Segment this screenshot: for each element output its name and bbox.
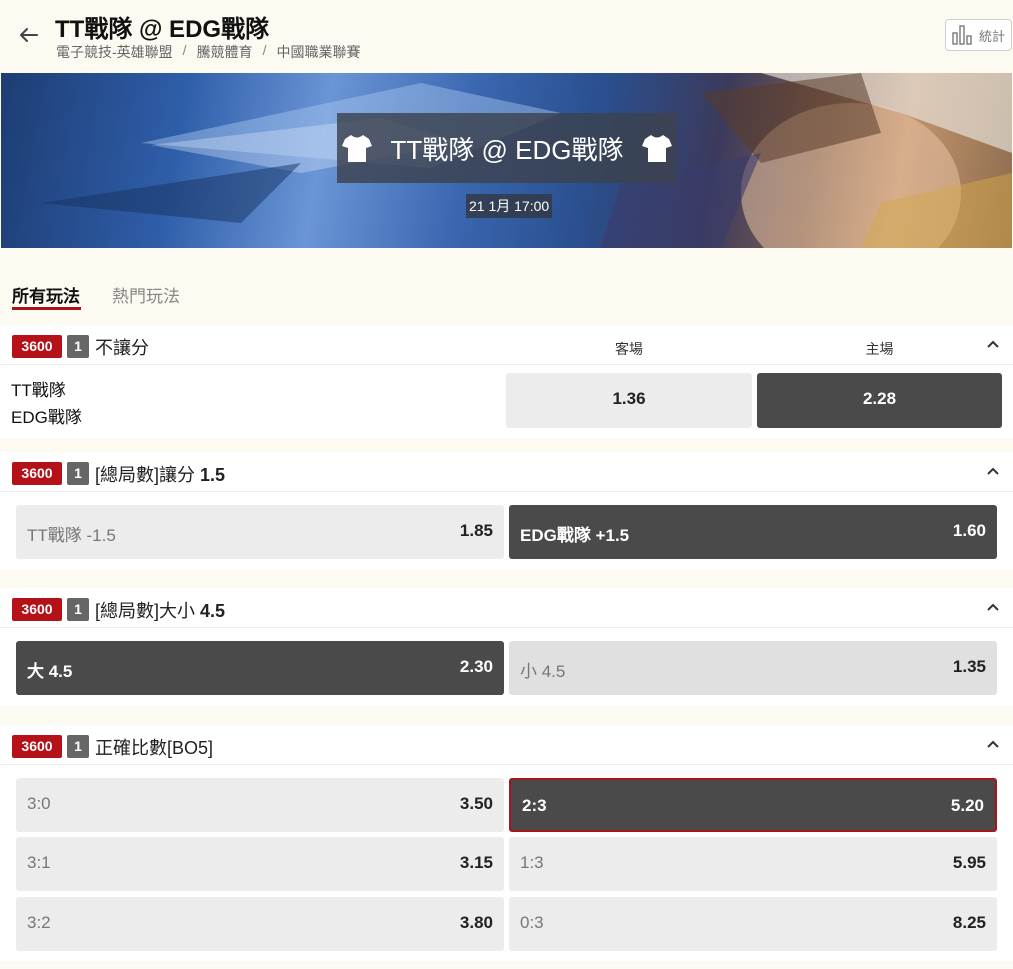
tab-popular-markets[interactable]: 熱門玩法 [112,282,180,307]
team-away-name: TT戰隊 [11,381,66,400]
odds-value: 2.28 [862,389,897,408]
odds-value: 2.30 [459,657,493,676]
market-id-badge: 3600 [12,735,62,758]
back-arrow-icon[interactable] [16,22,42,48]
odds-button-score[interactable]: 3:1 3.15 [16,837,504,891]
option-label: 0:3 [520,913,544,932]
breadcrumb-provider[interactable]: 騰競體育 [197,42,253,62]
market-id-badge: 3600 [12,462,62,485]
market-over-under: 3600 1 [總局數]大小 4.5 大 4.5 2.30 小 4.5 1.35 [0,588,1013,706]
odds-value: 1.85 [459,521,493,540]
odds-value: 5.95 [952,853,986,872]
tab-all-markets[interactable]: 所有玩法 [12,282,80,307]
active-tab-indicator [12,307,81,310]
odds-button-score[interactable]: 3:2 3.80 [16,897,504,951]
option-label: EDG戰隊 +1.5 [520,526,630,545]
option-label: 小 4.5 [520,662,566,681]
odds-value: 3.15 [459,853,493,872]
column-header-away: 客場 [615,341,643,357]
breadcrumb: 電子競技-英雄聯盟 / 騰競體育 / 中國職業聯賽 [56,42,360,62]
breadcrumb-league[interactable]: 中國職業聯賽 [276,42,360,62]
odds-value: 1.36 [612,389,646,408]
banner-teams: TT戰隊 @ EDG戰隊 [390,134,624,165]
market-count-badge: 1 [67,735,89,758]
odds-value: 3.80 [459,913,493,932]
market-title-text: [總局數]讓分 [95,465,196,485]
option-label: TT戰隊 -1.5 [27,526,116,545]
odds-button-option[interactable]: EDG戰隊 +1.5 1.60 [509,505,997,559]
odds-button-score[interactable]: 1:3 5.95 [509,837,997,891]
market-count-badge: 1 [67,335,89,358]
odds-button-under[interactable]: 小 4.5 1.35 [509,641,997,695]
match-time: 21 1月 17:00 [466,194,553,218]
market-tabs: 所有玩法 熱門玩法 [0,270,1013,314]
market-title: 不讓分 [95,338,149,358]
chevron-up-icon[interactable] [986,739,1000,749]
column-header-home: 主場 [865,341,894,357]
market-id-badge: 3600 [12,598,62,621]
chevron-up-icon[interactable] [986,602,1000,612]
market-line: 1.5 [200,465,226,485]
breadcrumb-sport[interactable]: 電子競技-英雄聯盟 [56,42,173,62]
odds-value: 1.60 [952,521,986,540]
banner-teams-box: TT戰隊 @ EDG戰隊 [337,113,677,183]
option-label: 1:3 [520,853,544,872]
market-header[interactable]: 3600 1 [總局數]大小 4.5 [0,588,1013,628]
odds-value: 3.50 [459,794,493,813]
market-title: [總局數]大小 4.5 [95,597,225,623]
breadcrumb-separator: / [182,42,187,58]
market-header[interactable]: 3600 1 正確比數[BO5] [0,725,1013,765]
bar-chart-icon [952,25,972,45]
market-count-badge: 1 [67,462,89,485]
away-jersey-icon [642,135,673,162]
market-handicap: 3600 1 [總局數]讓分 1.5 TT戰隊 -1.5 1.85 EDG戰隊 … [0,452,1013,570]
chevron-up-icon[interactable] [986,339,1000,349]
market-moneyline: 3600 1 不讓分 客場 主場 TT戰隊 EDG戰隊 1.36 2.28 [0,325,1013,438]
market-title-text: [總局數]大小 [95,601,196,621]
market-correct-score: 3600 1 正確比數[BO5] 3:0 3.50 2:3 5.20 3:1 3… [0,725,1013,961]
page-title: TT戰隊 @ EDG戰隊 [55,16,270,43]
stats-button[interactable]: 統計 [945,19,1012,51]
market-count-badge: 1 [67,598,89,621]
odds-button-away[interactable]: 1.36 [506,373,752,428]
market-id-badge: 3600 [12,335,62,358]
option-label: 3:0 [27,794,51,813]
odds-value: 8.25 [952,913,986,932]
match-banner: TT戰隊 @ EDG戰隊 21 1月 17:00 [1,73,1012,248]
odds-button-score[interactable]: 0:3 8.25 [509,897,997,951]
odds-button-home[interactable]: 2.28 [757,373,1002,428]
option-label: 2:3 [522,796,547,815]
team-home-name: EDG戰隊 [11,408,82,427]
odds-value: 1.35 [952,657,986,676]
odds-button-score-selected[interactable]: 2:3 5.20 [509,778,997,832]
market-title: 正確比數[BO5] [95,738,214,758]
odds-button-over[interactable]: 大 4.5 2.30 [16,641,504,695]
option-label: 大 4.5 [27,662,73,681]
market-title: [總局數]讓分 1.5 [95,461,225,487]
chevron-up-icon[interactable] [986,466,1000,476]
market-header[interactable]: 3600 1 [總局數]讓分 1.5 [0,452,1013,492]
page-header: TT戰隊 @ EDG戰隊 電子競技-英雄聯盟 / 騰競體育 / 中國職業聯賽 統… [0,0,1013,72]
odds-button-score[interactable]: 3:0 3.50 [16,778,504,832]
stats-label: 統計 [978,28,1005,44]
home-jersey-icon [341,135,372,162]
odds-button-option[interactable]: TT戰隊 -1.5 1.85 [16,505,504,559]
breadcrumb-separator: / [262,42,267,58]
option-label: 3:2 [27,913,51,932]
option-label: 3:1 [27,853,51,872]
market-header[interactable]: 3600 1 不讓分 客場 主場 [0,325,1013,365]
odds-value: 5.20 [950,796,984,815]
market-line: 4.5 [200,601,226,621]
